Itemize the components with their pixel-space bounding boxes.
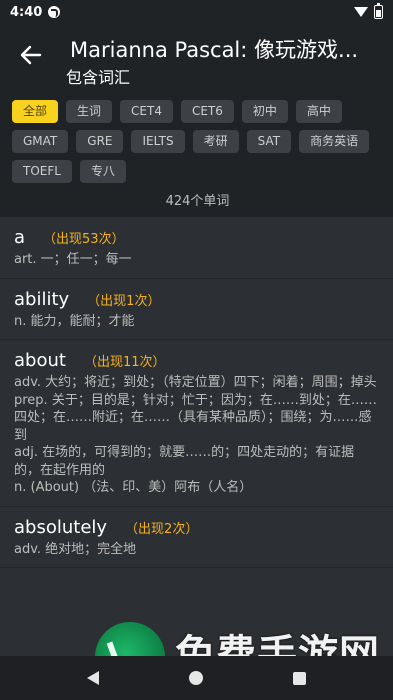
word-headline: absolutely （出现2次）	[14, 517, 379, 538]
filter-chip[interactable]: GRE	[76, 130, 124, 153]
word-text: absolutely	[14, 516, 108, 538]
filter-chip[interactable]: 考研	[192, 130, 239, 153]
word-definitions: adv. 绝对地；完全地	[14, 541, 379, 559]
word-text: about	[14, 350, 66, 371]
word-count: 424个单词	[165, 194, 230, 209]
filter-chip[interactable]: IELTS	[131, 130, 185, 153]
filter-chip[interactable]: 专八	[79, 160, 126, 183]
definition-line: n. (About) （法、印、美）阿布（人名）	[14, 480, 253, 495]
nav-home-icon[interactable]	[189, 671, 203, 685]
word-entry[interactable]: absolutely （出现2次） adv. 绝对地；完全地	[0, 507, 393, 568]
definition-line: n. 能力，能耐；才能	[14, 313, 135, 329]
definition-line: adj. 在场的，可得到的；就要……的；四处走动的；有证据的，在起作用的	[14, 445, 355, 478]
battery-icon	[374, 3, 383, 19]
nav-recent-apps-icon[interactable]	[293, 671, 306, 685]
filter-chip[interactable]: GMAT	[12, 130, 69, 153]
word-entry[interactable]: a （出现53次） art. 一；任一；每一	[0, 217, 393, 279]
filter-chip[interactable]: CET4	[120, 100, 173, 123]
back-arrow-icon[interactable]	[18, 42, 44, 68]
definition-line: adv. 大约；将近；到处；（特定位置）四下；闲着；周围；掉头	[14, 375, 377, 390]
word-entry[interactable]: ability （出现1次） n. 能力，能耐；才能	[0, 279, 393, 340]
filter-area: 全部 生词 CET4 CET6 初中 高中 GMAT GRE IELTS 考研 SAT 商务英语 TOE…	[0, 94, 393, 217]
filter-chip[interactable]: 初中	[241, 100, 288, 123]
wifi-icon	[354, 7, 368, 17]
word-frequency: （出现1次）	[87, 293, 161, 309]
definition-line: adv. 绝对地；完全地	[14, 541, 137, 557]
filter-chip[interactable]: TOEFL	[12, 160, 72, 183]
word-frequency: （出现53次）	[43, 232, 125, 247]
app-header: Marianna Pascal: 像玩游戏... 包含词汇	[0, 24, 393, 94]
status-icons	[354, 3, 383, 19]
word-definitions: art. 一；任一；每一	[14, 251, 379, 269]
definition-line: art. 一；任一；每一	[14, 252, 132, 267]
system-nav-bar	[0, 656, 393, 700]
filter-chip[interactable]: CET6	[180, 100, 234, 123]
word-entry[interactable]: about （出现11次） adv. 大约；将近；到处；（特定位置）四下；闲着；周围…	[0, 340, 393, 507]
word-headline: about （出现11次）	[14, 350, 379, 371]
word-frequency: （出现2次）	[125, 521, 199, 537]
word-text: a	[14, 227, 26, 248]
word-text: ability	[14, 288, 70, 310]
page-title: Marianna Pascal: 像玩游戏...	[70, 38, 359, 62]
filter-chips: 全部 生词 CET4 CET6 初中 高中 GMAT GRE IELTS 考研 SAT 商务英语 TOE…	[12, 100, 383, 183]
app-notification-icon	[48, 6, 61, 18]
filter-chip[interactable]: 商务英语	[299, 130, 370, 153]
page-subtitle: 包含词汇	[66, 68, 131, 87]
filter-chip[interactable]: 高中	[295, 100, 342, 123]
filter-chip[interactable]: 生词	[66, 100, 113, 123]
word-definitions: adv. 大约；将近；到处；（特定位置）四下；闲着；周围；掉头 prep. 关于；…	[14, 374, 379, 497]
word-definitions: n. 能力，能耐；才能	[14, 313, 379, 331]
word-frequency: （出现11次）	[83, 355, 166, 370]
definition-line: prep. 关于；目的是；针对；忙于；因为；在……到处；在……四处；在……附近；…	[14, 392, 377, 443]
status-time: 4:40	[10, 4, 43, 20]
filter-chip[interactable]: SAT	[246, 130, 292, 153]
status-bar: 4:40	[0, 0, 393, 24]
word-list: a （出现53次） art. 一；任一；每一 ability （出现1次） n. 能力，能…	[0, 217, 393, 568]
word-headline: ability （出现1次）	[14, 289, 379, 310]
filter-chip[interactable]: 全部	[12, 100, 59, 123]
nav-back-icon[interactable]	[87, 671, 99, 685]
word-headline: a （出现53次）	[14, 227, 379, 248]
